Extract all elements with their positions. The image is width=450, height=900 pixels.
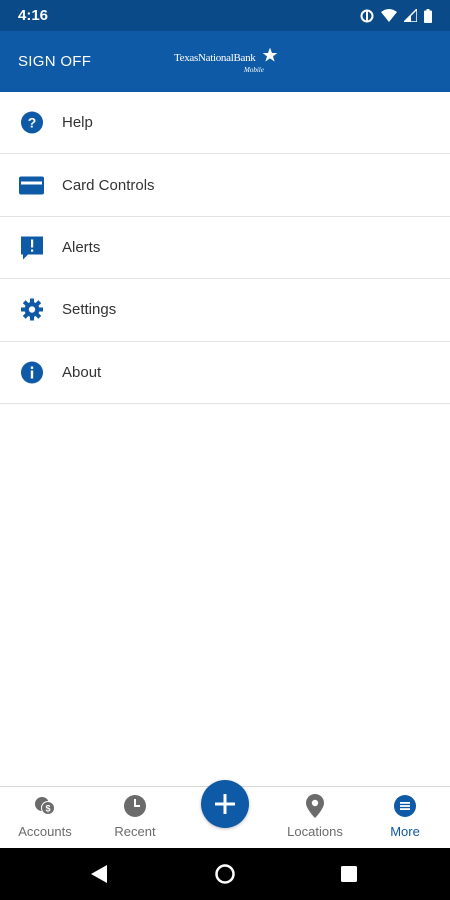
tab-label: Locations: [287, 824, 343, 839]
system-navigation-bar: [0, 848, 450, 900]
menu-item-label: About: [62, 363, 102, 381]
back-button[interactable]: [79, 848, 119, 900]
recents-icon: [341, 866, 357, 882]
battery-icon: [424, 8, 432, 23]
help-icon: ?: [19, 110, 44, 135]
sign-off-button[interactable]: SIGN OFF: [18, 31, 91, 92]
add-action-button[interactable]: [201, 780, 249, 828]
status-icons: [360, 8, 432, 23]
tab-locations[interactable]: Locations: [270, 787, 360, 849]
menu-item-settings[interactable]: Settings: [0, 279, 450, 342]
menu-item-label: Alerts: [62, 238, 101, 256]
tab-label: More: [390, 824, 420, 839]
tab-accounts[interactable]: $ Accounts: [0, 787, 90, 849]
menu-item-about[interactable]: About: [0, 342, 450, 404]
home-button[interactable]: [205, 848, 245, 900]
svg-text:$: $: [45, 804, 50, 814]
signal-icon: [404, 9, 417, 22]
recents-button[interactable]: [329, 848, 369, 900]
clock-icon: [123, 794, 147, 818]
home-icon: [215, 864, 235, 884]
star-icon: [262, 47, 278, 62]
accounts-icon: $: [33, 794, 57, 818]
card-icon: [19, 173, 44, 198]
wifi-icon: [381, 9, 397, 22]
gear-icon: [19, 297, 44, 322]
menu-item-alerts[interactable]: Alerts: [0, 217, 450, 280]
menu-item-label: Settings: [62, 301, 117, 319]
menu-item-label: Card Controls: [62, 176, 155, 194]
app-header: SIGN OFF TexasNationalBank Mobile: [0, 31, 450, 92]
back-icon: [91, 865, 107, 883]
bank-logo: TexasNationalBank Mobile: [174, 47, 280, 77]
logo-subtext: Mobile: [244, 66, 264, 74]
menu-item-label: Help: [62, 114, 93, 132]
menu-icon: [393, 794, 417, 818]
info-icon: [19, 360, 44, 385]
tab-label: Recent: [114, 824, 156, 839]
menu-item-help[interactable]: ? Help: [0, 92, 450, 155]
tab-label: Accounts: [18, 824, 72, 839]
location-pin-icon: [303, 794, 327, 818]
alert-icon: [19, 235, 44, 260]
svg-text:?: ?: [27, 115, 36, 131]
more-menu-list: ? Help Card Controls Alerts Settings Abo…: [0, 92, 450, 404]
plus-icon: [215, 794, 235, 814]
data-saver-icon: [360, 9, 374, 22]
status-time: 4:16: [18, 7, 49, 24]
menu-item-card-controls[interactable]: Card Controls: [0, 154, 450, 217]
tab-more[interactable]: More: [360, 787, 450, 849]
logo-text: TexasNationalBank: [174, 52, 256, 64]
status-bar: 4:16: [0, 0, 450, 31]
tab-recent[interactable]: Recent: [90, 787, 180, 849]
